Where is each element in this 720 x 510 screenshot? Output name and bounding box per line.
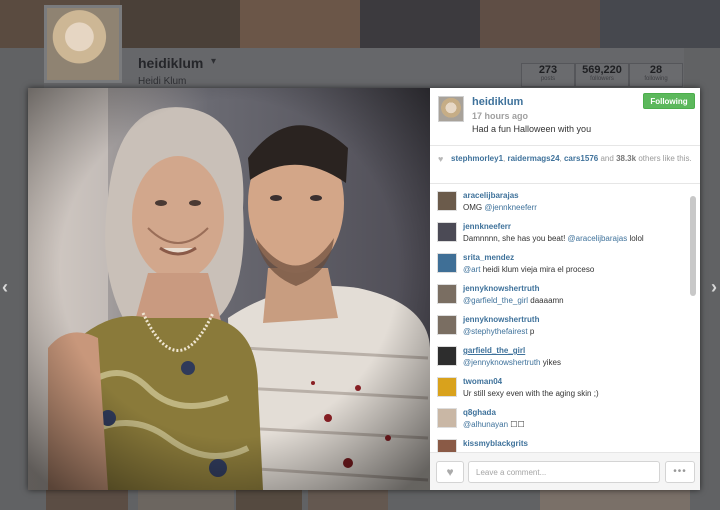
commenter-username[interactable]: srita_mendez xyxy=(463,253,514,262)
more-options-button[interactable]: ••• xyxy=(665,461,695,483)
commenter-username[interactable]: jennyknowshertruth xyxy=(463,284,539,293)
post-author-avatar[interactable] xyxy=(438,96,464,122)
comments-scroll-thumb[interactable] xyxy=(690,196,696,296)
liker-link[interactable]: stephmorley1 xyxy=(451,154,503,163)
following-button[interactable]: Following xyxy=(643,93,695,109)
commenter-username[interactable]: jennyknowshertruth xyxy=(463,315,539,324)
comment-item: srita_mendez @art heidi klum vieja mira … xyxy=(430,248,688,279)
stat-posts[interactable]: 273 posts xyxy=(521,63,575,87)
comment-text: Ur still sexy even with the aging skin ;… xyxy=(463,389,599,398)
like-button[interactable]: ♥ xyxy=(436,461,464,483)
commenter-avatar[interactable] xyxy=(437,253,457,273)
commenter-avatar[interactable] xyxy=(437,346,457,366)
comment-item: jennyknowshertruth @stephythefairest p xyxy=(430,310,688,341)
mention-link[interactable]: @garfield_the_girl xyxy=(463,296,528,305)
commenter-username[interactable]: jennkneeferr xyxy=(463,222,511,231)
mention-link[interactable]: @jennyknowshertruth xyxy=(463,358,541,367)
post-timestamp[interactable]: 17 hours ago xyxy=(472,111,528,121)
post-sidebar: heidiklum 17 hours ago Had a fun Hallowe… xyxy=(430,88,700,490)
comment-list[interactable]: aracelijbarajas OMG @jennkneeferr jennkn… xyxy=(430,184,700,452)
comment-text: OMG @jennkneeferr xyxy=(463,203,537,212)
comment-item: kissmyblackgrits xyxy=(430,434,688,452)
background-thumbnail xyxy=(308,490,388,510)
commenter-username[interactable]: garfield_the_girl xyxy=(463,346,525,355)
commenter-username[interactable]: q8ghada xyxy=(463,408,496,417)
commenter-avatar[interactable] xyxy=(437,284,457,304)
commenter-avatar[interactable] xyxy=(437,191,457,211)
comment-input[interactable] xyxy=(468,461,660,483)
likes-suffix: like this. xyxy=(662,154,692,163)
liker-link[interactable]: raidermags24 xyxy=(507,154,559,163)
heart-icon: ♥ xyxy=(438,154,444,164)
comment-item: twoman04 Ur still sexy even with the agi… xyxy=(430,372,688,403)
likes-others-text: others xyxy=(638,154,661,163)
stat-following[interactable]: 28 following xyxy=(629,63,683,87)
comment-text: @garfield_the_girl daaaamn xyxy=(463,296,564,305)
previous-arrow-icon[interactable]: ‹ xyxy=(2,277,8,298)
profile-username: heidiklum xyxy=(138,55,204,71)
mention-link[interactable]: @jennkneeferr xyxy=(484,203,537,212)
mention-link[interactable]: @aracelijbarajas xyxy=(568,234,628,243)
profile-full-name: Heidi Klum xyxy=(138,76,187,87)
commenter-avatar[interactable] xyxy=(437,377,457,397)
post-caption: Had a fun Halloween with you xyxy=(472,124,592,134)
post-header: heidiklum 17 hours ago Had a fun Hallowe… xyxy=(430,88,700,146)
likes-and-text: and xyxy=(600,154,614,163)
likes-summary: ♥ stephmorley1, raidermags24, cars1576 a… xyxy=(430,146,700,184)
commenter-avatar[interactable] xyxy=(437,222,457,242)
commenter-username[interactable]: twoman04 xyxy=(463,377,502,386)
comment-item: q8ghada @alhunayan ☐☐ xyxy=(430,403,688,434)
profile-avatar[interactable] xyxy=(44,5,122,83)
comment-item: aracelijbarajas OMG @jennkneeferr xyxy=(430,186,688,217)
next-arrow-icon[interactable]: › xyxy=(711,277,717,298)
stat-followers[interactable]: 569,220 followers xyxy=(575,63,629,87)
commenter-avatar[interactable] xyxy=(437,408,457,428)
commenter-avatar[interactable] xyxy=(437,439,457,452)
profile-stats: 273 posts 569,220 followers 28 following xyxy=(521,63,683,87)
commenter-avatar[interactable] xyxy=(437,315,457,335)
post-author-username[interactable]: heidiklum xyxy=(472,96,523,108)
background-thumbnail xyxy=(138,490,234,510)
comment-text: @alhunayan ☐☐ xyxy=(463,420,525,429)
background-thumbnail xyxy=(46,490,128,510)
liker-link[interactable]: cars1576 xyxy=(564,154,598,163)
commenter-username[interactable]: aracelijbarajas xyxy=(463,191,519,200)
comment-text: @art heidi klum vieja mira el proceso xyxy=(463,265,595,274)
comment-text: Damnnnn, she has you beat! @aracelijbara… xyxy=(463,234,644,243)
comment-item: jennkneeferr Damnnnn, she has you beat! … xyxy=(430,217,688,248)
mention-link[interactable]: @stephythefairest xyxy=(463,327,528,336)
heart-icon: ♥ xyxy=(446,465,454,479)
comment-item: jennyknowshertruth @garfield_the_girl da… xyxy=(430,279,688,310)
likes-others-count[interactable]: 38.3k xyxy=(616,154,636,163)
chevron-down-icon[interactable]: ▾ xyxy=(211,56,216,67)
mention-link[interactable]: @alhunayan xyxy=(463,420,508,429)
comment-footer: ♥ ••• xyxy=(430,452,700,490)
comment-text: @stephythefairest p xyxy=(463,327,535,336)
background-thumbnail xyxy=(236,490,302,510)
post-photo[interactable] xyxy=(28,88,430,490)
commenter-username[interactable]: kissmyblackgrits xyxy=(463,439,528,448)
background-thumbnail xyxy=(540,490,690,510)
comment-item: garfield_the_girl @jennyknowshertruth yi… xyxy=(430,341,688,372)
mention-link[interactable]: @art xyxy=(463,265,480,274)
comment-text: @jennyknowshertruth yikes xyxy=(463,358,561,367)
post-modal: heidiklum 17 hours ago Had a fun Hallowe… xyxy=(28,88,700,490)
